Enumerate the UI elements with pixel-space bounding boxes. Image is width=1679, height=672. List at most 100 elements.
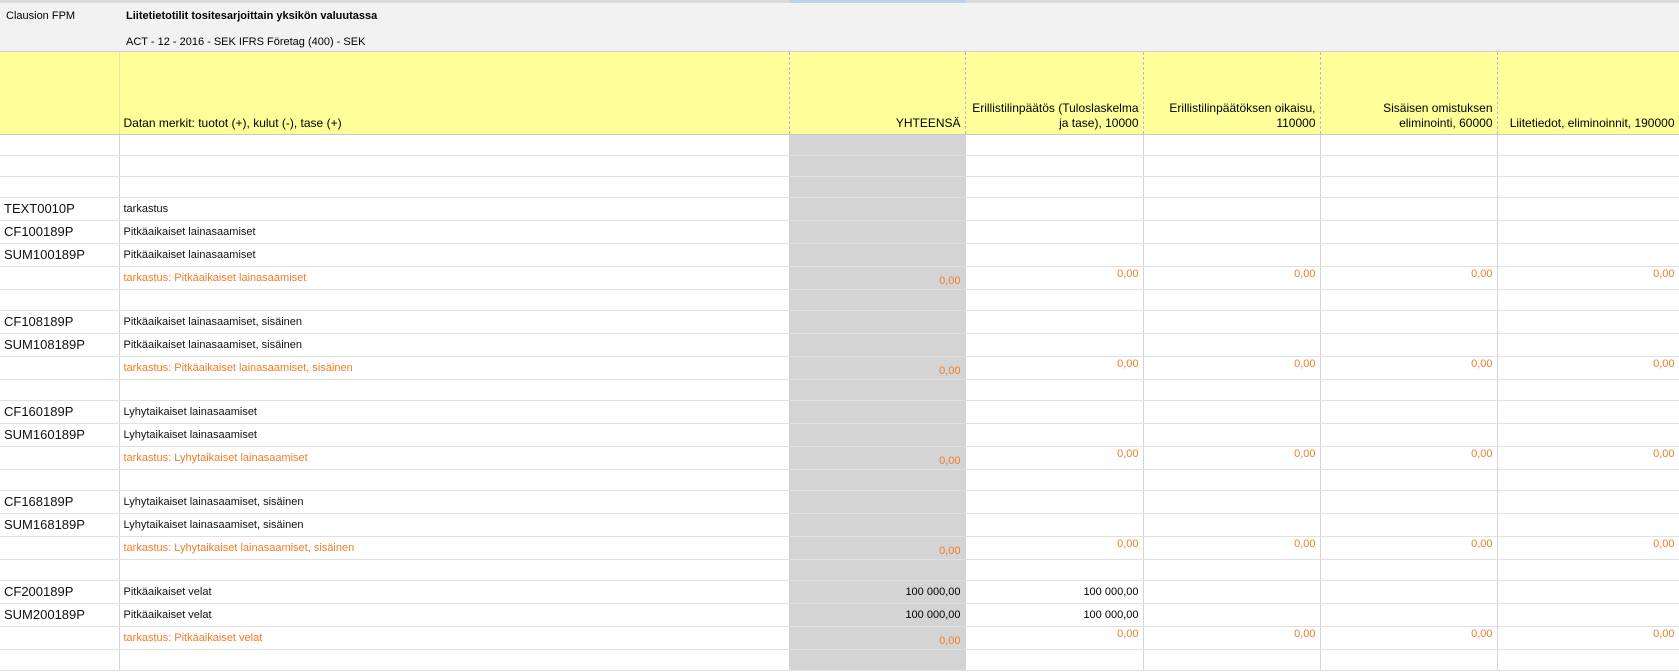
empty-cell[interactable] bbox=[0, 289, 120, 311]
row-value-110000-cell[interactable]: 0,00 bbox=[1143, 626, 1321, 650]
row-value-110000-cell[interactable]: 0,00 bbox=[1143, 356, 1321, 380]
empty-cell[interactable] bbox=[1497, 176, 1679, 198]
row-value-10000-cell[interactable] bbox=[965, 310, 1144, 334]
row-description-cell[interactable]: tarkastus bbox=[119, 197, 790, 221]
empty-cell[interactable] bbox=[789, 176, 966, 198]
column-header-190000[interactable]: Liitetiedot, eliminoinnit, 190000 bbox=[1497, 52, 1679, 135]
row-total-cell[interactable] bbox=[789, 310, 966, 334]
row-total-cell[interactable]: 100 000,00 bbox=[789, 603, 966, 627]
row-value-190000-cell[interactable] bbox=[1497, 243, 1679, 267]
row-value-10000-cell[interactable] bbox=[965, 490, 1144, 514]
empty-cell[interactable] bbox=[0, 469, 120, 491]
row-value-10000-cell[interactable]: 0,00 bbox=[965, 626, 1144, 650]
empty-cell[interactable] bbox=[789, 379, 966, 401]
row-value-60000-cell[interactable]: 0,00 bbox=[1320, 536, 1498, 560]
column-header-description[interactable]: Datan merkit: tuotot (+), kulut (-), tas… bbox=[119, 52, 790, 135]
column-header-110000[interactable]: Erillistilinpäätöksen oikaisu, 110000 bbox=[1143, 52, 1321, 135]
row-code-cell[interactable] bbox=[0, 356, 120, 380]
empty-cell[interactable] bbox=[119, 559, 790, 581]
empty-cell[interactable] bbox=[965, 289, 1144, 311]
row-value-190000-cell[interactable] bbox=[1497, 220, 1679, 244]
row-value-10000-cell[interactable] bbox=[965, 197, 1144, 221]
row-value-190000-cell[interactable] bbox=[1497, 580, 1679, 604]
empty-cell[interactable] bbox=[1497, 469, 1679, 491]
row-description-cell[interactable]: Lyhytaikaiset lainasaamiset, sisäinen bbox=[119, 490, 790, 514]
empty-cell[interactable] bbox=[1143, 469, 1321, 491]
empty-cell[interactable] bbox=[119, 379, 790, 401]
row-value-60000-cell[interactable] bbox=[1320, 243, 1498, 267]
empty-cell[interactable] bbox=[1497, 289, 1679, 311]
empty-cell[interactable] bbox=[1320, 289, 1498, 311]
empty-cell[interactable] bbox=[789, 134, 966, 156]
empty-cell[interactable] bbox=[1320, 649, 1498, 671]
row-value-190000-cell[interactable] bbox=[1497, 423, 1679, 447]
row-total-cell[interactable] bbox=[789, 490, 966, 514]
empty-cell[interactable] bbox=[1320, 134, 1498, 156]
empty-cell[interactable] bbox=[119, 176, 790, 198]
empty-cell[interactable] bbox=[1143, 289, 1321, 311]
row-value-10000-cell[interactable] bbox=[965, 243, 1144, 267]
row-code-cell[interactable]: SUM160189P bbox=[0, 423, 120, 447]
row-value-10000-cell[interactable]: 0,00 bbox=[965, 266, 1144, 290]
row-description-cell[interactable]: tarkastus: Pitkäaikaiset velat bbox=[119, 626, 790, 650]
empty-cell[interactable] bbox=[1320, 559, 1498, 581]
row-code-cell[interactable]: CF100189P bbox=[0, 220, 120, 244]
empty-cell[interactable] bbox=[789, 559, 966, 581]
row-value-60000-cell[interactable]: 0,00 bbox=[1320, 446, 1498, 470]
row-description-cell[interactable]: tarkastus: Pitkäaikaiset lainasaamiset, … bbox=[119, 356, 790, 380]
row-value-10000-cell[interactable]: 100 000,00 bbox=[965, 603, 1144, 627]
row-code-cell[interactable] bbox=[0, 446, 120, 470]
empty-cell[interactable] bbox=[0, 559, 120, 581]
row-value-110000-cell[interactable] bbox=[1143, 513, 1321, 537]
row-value-190000-cell[interactable]: 0,00 bbox=[1497, 356, 1679, 380]
row-total-cell[interactable]: 0,00 bbox=[789, 446, 966, 470]
empty-cell[interactable] bbox=[965, 469, 1144, 491]
row-value-60000-cell[interactable] bbox=[1320, 580, 1498, 604]
empty-cell[interactable] bbox=[1497, 559, 1679, 581]
row-value-190000-cell[interactable]: 0,00 bbox=[1497, 626, 1679, 650]
row-description-cell[interactable]: Lyhytaikaiset lainasaamiset bbox=[119, 423, 790, 447]
empty-cell[interactable] bbox=[1320, 155, 1498, 177]
empty-cell[interactable] bbox=[965, 379, 1144, 401]
empty-cell[interactable] bbox=[0, 155, 120, 177]
row-value-10000-cell[interactable]: 0,00 bbox=[965, 356, 1144, 380]
empty-cell[interactable] bbox=[1143, 559, 1321, 581]
row-description-cell[interactable]: tarkastus: Pitkäaikaiset lainasaamiset bbox=[119, 266, 790, 290]
row-value-60000-cell[interactable] bbox=[1320, 603, 1498, 627]
row-description-cell[interactable]: Lyhytaikaiset lainasaamiset, sisäinen bbox=[119, 513, 790, 537]
row-code-cell[interactable] bbox=[0, 626, 120, 650]
row-value-60000-cell[interactable] bbox=[1320, 220, 1498, 244]
row-code-cell[interactable]: CF168189P bbox=[0, 490, 120, 514]
row-value-10000-cell[interactable]: 0,00 bbox=[965, 446, 1144, 470]
row-total-cell[interactable]: 0,00 bbox=[789, 536, 966, 560]
row-value-110000-cell[interactable] bbox=[1143, 400, 1321, 424]
row-value-10000-cell[interactable] bbox=[965, 333, 1144, 357]
row-code-cell[interactable]: CF108189P bbox=[0, 310, 120, 334]
row-value-110000-cell[interactable] bbox=[1143, 310, 1321, 334]
row-value-190000-cell[interactable] bbox=[1497, 333, 1679, 357]
row-total-cell[interactable] bbox=[789, 423, 966, 447]
row-description-cell[interactable]: tarkastus: Lyhytaikaiset lainasaamiset bbox=[119, 446, 790, 470]
row-value-60000-cell[interactable] bbox=[1320, 333, 1498, 357]
empty-cell[interactable] bbox=[965, 559, 1144, 581]
row-value-190000-cell[interactable]: 0,00 bbox=[1497, 536, 1679, 560]
empty-cell[interactable] bbox=[119, 649, 790, 671]
row-value-10000-cell[interactable] bbox=[965, 513, 1144, 537]
empty-cell[interactable] bbox=[1143, 155, 1321, 177]
empty-cell[interactable] bbox=[119, 469, 790, 491]
empty-cell[interactable] bbox=[1143, 649, 1321, 671]
row-code-cell[interactable] bbox=[0, 266, 120, 290]
row-value-190000-cell[interactable] bbox=[1497, 197, 1679, 221]
row-total-cell[interactable] bbox=[789, 197, 966, 221]
row-value-10000-cell[interactable] bbox=[965, 400, 1144, 424]
row-value-190000-cell[interactable]: 0,00 bbox=[1497, 446, 1679, 470]
empty-cell[interactable] bbox=[965, 155, 1144, 177]
row-value-190000-cell[interactable] bbox=[1497, 400, 1679, 424]
row-description-cell[interactable]: Pitkäaikaiset lainasaamiset, sisäinen bbox=[119, 310, 790, 334]
row-value-110000-cell[interactable] bbox=[1143, 603, 1321, 627]
row-value-60000-cell[interactable]: 0,00 bbox=[1320, 266, 1498, 290]
row-value-60000-cell[interactable] bbox=[1320, 310, 1498, 334]
empty-cell[interactable] bbox=[1497, 155, 1679, 177]
empty-cell[interactable] bbox=[1497, 379, 1679, 401]
row-description-cell[interactable]: Pitkäaikaiset lainasaamiset, sisäinen bbox=[119, 333, 790, 357]
